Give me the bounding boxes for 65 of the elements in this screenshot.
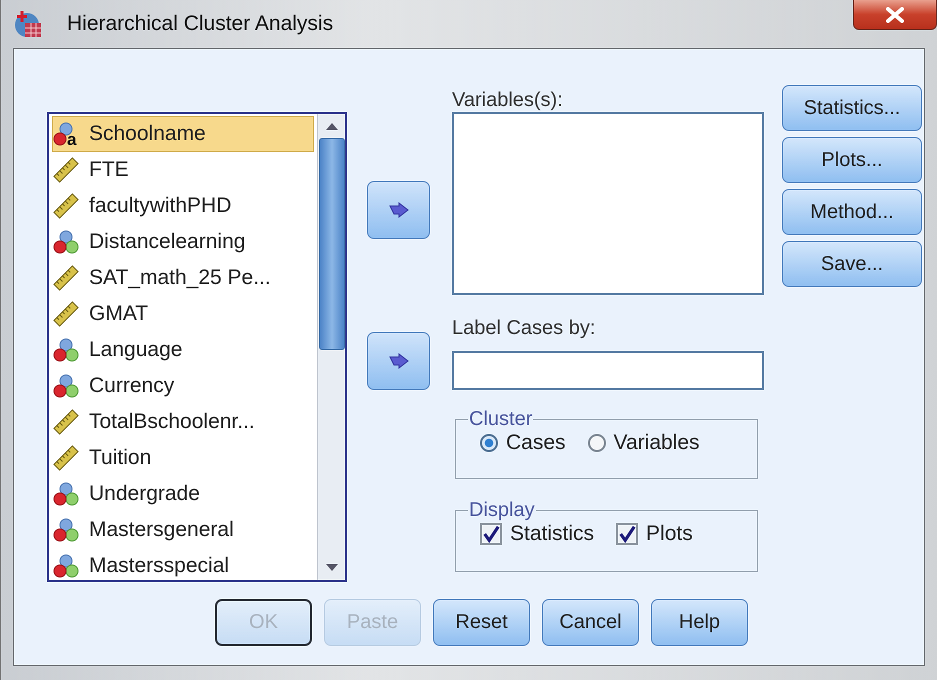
dialog-button[interactable]: Save... bbox=[782, 241, 922, 287]
variable-name: Undergrade bbox=[89, 482, 200, 506]
variable-item[interactable]: TotalBschoolenr... bbox=[52, 404, 314, 440]
option-label: Variables bbox=[614, 431, 700, 455]
dialog-button[interactable]: Cancel bbox=[542, 599, 639, 646]
variable-item[interactable]: Currency bbox=[52, 368, 314, 404]
scrollbar[interactable] bbox=[317, 114, 345, 580]
variable-name: TotalBschoolenr... bbox=[89, 410, 255, 434]
scroll-thumb[interactable] bbox=[318, 138, 344, 350]
radio-button[interactable] bbox=[588, 434, 606, 452]
group-title: Cluster bbox=[468, 408, 534, 431]
radio-option[interactable]: Cases bbox=[480, 431, 566, 455]
variable-name: Schoolname bbox=[89, 122, 206, 146]
variable-name: Mastersgeneral bbox=[89, 518, 234, 542]
radio-option[interactable]: Variables bbox=[588, 431, 700, 455]
window-title: Hierarchical Cluster Analysis bbox=[67, 12, 334, 36]
move-right-button[interactable] bbox=[367, 332, 430, 390]
checkbox-option[interactable]: Plots bbox=[616, 522, 693, 546]
option-label: Statistics bbox=[510, 522, 594, 546]
close-button[interactable] bbox=[853, 0, 937, 30]
dialog-button[interactable]: Reset bbox=[433, 599, 530, 646]
dialog-button[interactable]: Help bbox=[651, 599, 748, 646]
bent-arrow-icon bbox=[386, 351, 410, 371]
move-right-button[interactable] bbox=[367, 181, 430, 239]
variable-item[interactable]: Undergrade bbox=[52, 476, 314, 512]
option-label: Cases bbox=[506, 431, 566, 455]
variable-item[interactable]: Distancelearning bbox=[52, 224, 314, 260]
variable-item[interactable]: Language bbox=[52, 332, 314, 368]
variable-item[interactable]: Mastersgeneral bbox=[52, 512, 314, 548]
variable-item[interactable]: FTE bbox=[52, 152, 314, 188]
radio-button[interactable] bbox=[480, 434, 498, 452]
variable-name: Tuition bbox=[89, 446, 152, 470]
checkbox[interactable] bbox=[480, 523, 502, 545]
dialog-button[interactable]: Method... bbox=[782, 189, 922, 235]
variable-name: SAT_math_25 Pe... bbox=[89, 266, 271, 290]
field-label: Variables(s): bbox=[452, 89, 563, 112]
variable-item[interactable]: a Schoolname bbox=[52, 116, 314, 152]
checkbox[interactable] bbox=[616, 523, 638, 545]
variable-item[interactable]: GMAT bbox=[52, 296, 314, 332]
variables-list-box[interactable] bbox=[452, 112, 764, 295]
variable-name: Distancelearning bbox=[89, 230, 246, 254]
scroll-down-icon bbox=[326, 564, 338, 572]
dialog-button[interactable]: Statistics... bbox=[782, 85, 922, 131]
variable-item[interactable]: Tuition bbox=[52, 440, 314, 476]
variable-name: Currency bbox=[89, 374, 174, 398]
close-icon bbox=[885, 6, 905, 22]
variable-item[interactable]: SAT_math_25 Pe... bbox=[52, 260, 314, 296]
option-label: Plots bbox=[646, 522, 693, 546]
variable-item[interactable]: Mastersspecial bbox=[52, 548, 314, 580]
variable-name: GMAT bbox=[89, 302, 148, 326]
variable-list[interactable]: a Schoolname FTE facultywithPHD Distancelearning SAT_math_25 Pe... GMAT Language Currency TotalBschoolenr... Tuition Undergrade Mastersgeneral Mastersspecial bbox=[47, 112, 347, 582]
field-label: Label Cases by: bbox=[452, 317, 596, 340]
variable-name: Language bbox=[89, 338, 182, 362]
scroll-up-icon bbox=[326, 122, 338, 130]
variable-item[interactable]: facultywithPHD bbox=[52, 188, 314, 224]
variable-name: Mastersspecial bbox=[89, 554, 230, 578]
dialog-button[interactable]: Plots... bbox=[782, 137, 922, 183]
variable-name: FTE bbox=[89, 158, 129, 182]
group-title: Display bbox=[468, 499, 536, 522]
variable-name: facultywithPHD bbox=[89, 194, 232, 218]
string-type-mark: a bbox=[67, 130, 76, 150]
label-cases-field[interactable] bbox=[452, 351, 764, 390]
checkbox-option[interactable]: Statistics bbox=[480, 522, 594, 546]
bent-arrow-icon bbox=[386, 200, 410, 220]
app-icon bbox=[13, 9, 43, 39]
